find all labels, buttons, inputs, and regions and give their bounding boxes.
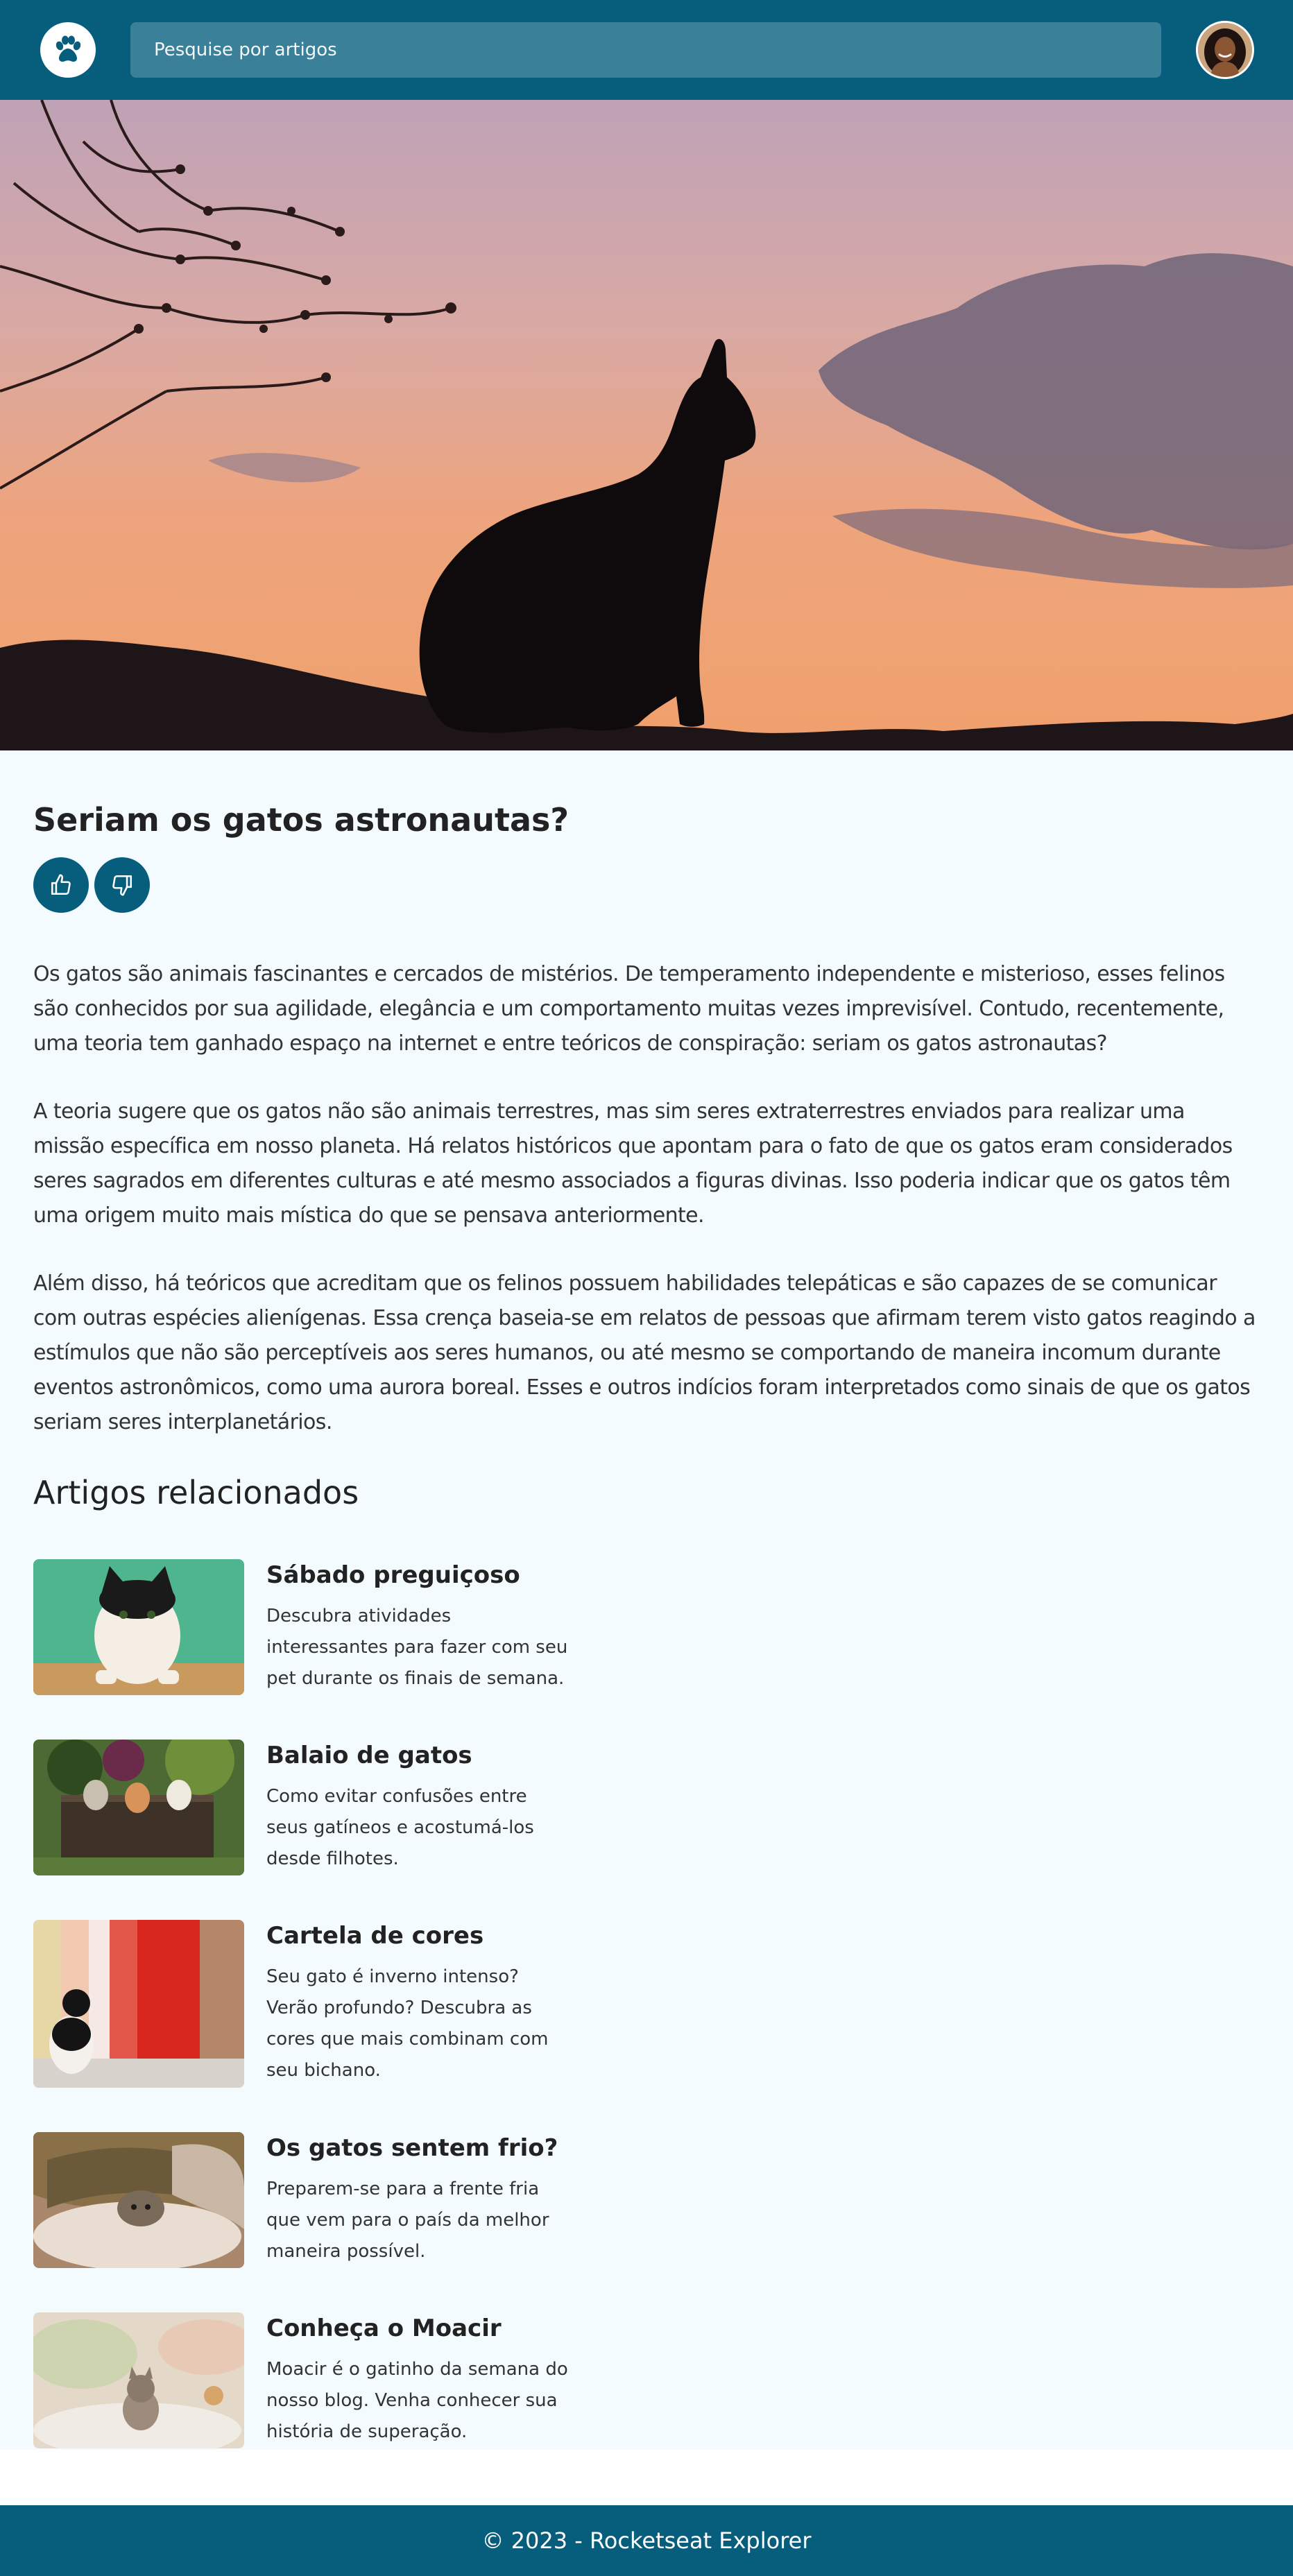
footer-copyright: © 2023 - Rocketseat Explorer <box>481 2527 812 2554</box>
article-thumbnail <box>33 1559 244 1695</box>
related-article-card[interactable]: Os gatos sentem frio? Preparem-se para a… <box>33 2132 588 2268</box>
thumbs-down-icon <box>112 875 132 896</box>
related-article-description: Descubra atividades interessantes para f… <box>266 1606 568 1689</box>
user-avatar[interactable] <box>1196 21 1254 79</box>
related-article-card[interactable]: Balaio de gatos Como evitar confusões en… <box>33 1740 588 1875</box>
article-thumbnail <box>33 1920 244 2088</box>
related-article-title: Sábado preguiçoso <box>266 1561 520 1589</box>
related-article-title: Os gatos sentem frio? <box>266 2134 558 2162</box>
search-input[interactable] <box>153 39 1161 61</box>
article-thumbnail <box>33 1740 244 1875</box>
related-article-card[interactable]: Cartela de cores Seu gato é inverno inte… <box>33 1920 588 2088</box>
article-thumbnail <box>33 2132 244 2268</box>
article-paragraph: Os gatos são animais fascinantes e cerca… <box>33 962 1225 1056</box>
top-bar <box>0 0 1293 100</box>
article-thumbnail <box>33 2312 244 2448</box>
related-articles-heading: Artigos relacionados <box>33 1474 359 1511</box>
cat-silhouette-sunset-image <box>0 99 1293 750</box>
dislike-button[interactable] <box>94 857 150 913</box>
search-bar[interactable] <box>130 22 1161 78</box>
hero-image <box>0 99 1293 750</box>
article-paragraph: A teoria sugere que os gatos não são ani… <box>33 1099 1233 1228</box>
thumbs-up-icon <box>51 874 71 895</box>
related-article-description: Preparem-se para a frente fria que vem p… <box>266 2179 549 2262</box>
related-article-description: Seu gato é inverno intenso? Verão profun… <box>266 1966 549 2081</box>
page-footer: © 2023 - Rocketseat Explorer <box>0 2505 1293 2576</box>
paw-icon <box>55 35 81 62</box>
related-article-title: Conheça o Moacir <box>266 2315 502 2342</box>
related-article-description: Como evitar confusões entre seus gatíneo… <box>266 1786 534 1869</box>
related-article-card[interactable]: Sábado preguiçoso Descubra atividades in… <box>33 1559 588 1695</box>
article-paragraph: Além disso, há teóricos que acreditam qu… <box>33 1271 1256 1434</box>
home-logo[interactable] <box>40 22 96 78</box>
related-article-card[interactable]: Conheça o Moacir Moacir é o gatinho da s… <box>33 2312 588 2448</box>
related-article-title: Cartela de cores <box>266 1922 484 1950</box>
avatar-image <box>1198 23 1252 77</box>
related-article-description: Moacir é o gatinho da semana do nosso bl… <box>266 2359 568 2442</box>
like-button[interactable] <box>33 857 89 913</box>
article-title: Seriam os gatos astronautas? <box>33 801 570 839</box>
related-article-title: Balaio de gatos <box>266 1742 472 1769</box>
